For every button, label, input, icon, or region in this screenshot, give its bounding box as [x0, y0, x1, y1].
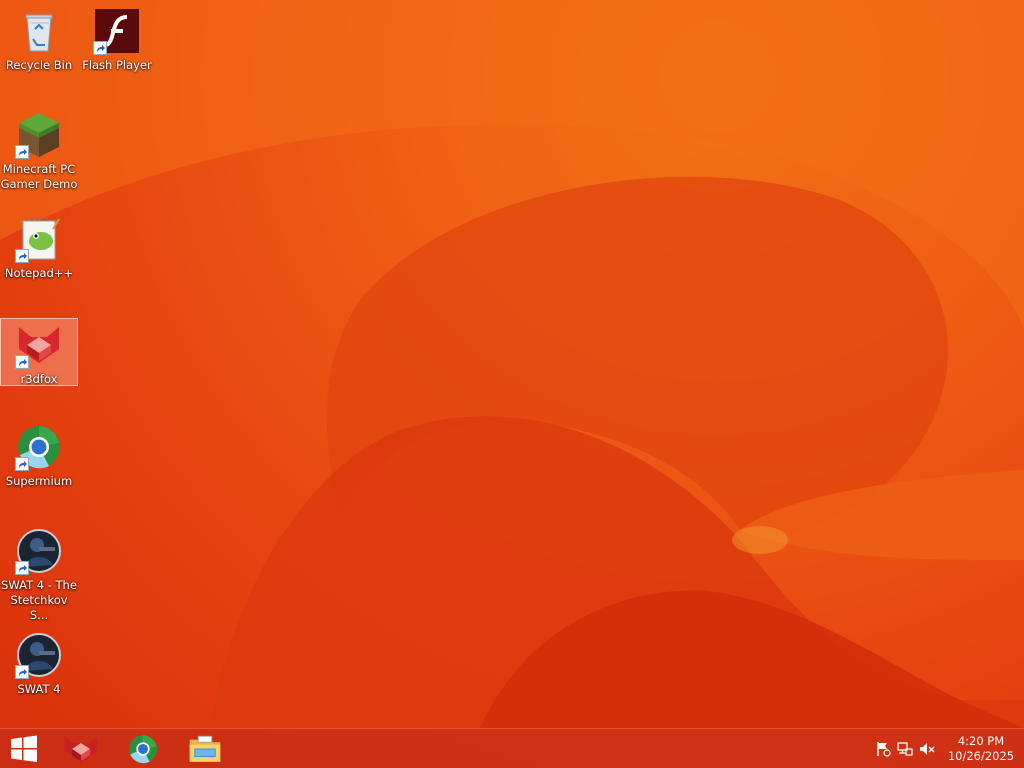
shortcut-arrow-icon [15, 145, 29, 159]
desktop-icon-flash-player[interactable]: Flash Player [78, 4, 156, 72]
file-explorer-icon [189, 735, 221, 762]
windows-logo-icon [11, 735, 37, 762]
desktop-icon-label: Flash Player [82, 58, 152, 72]
shortcut-arrow-icon [15, 457, 29, 471]
desktop-icon-notepad-plus-plus[interactable]: Notepad++ [0, 212, 78, 280]
desktop-icon-swat4[interactable]: SWAT 4 [0, 628, 78, 696]
tray-network[interactable] [894, 729, 916, 768]
desktop-icon-label: Supermium [5, 474, 73, 488]
taskbar: 4:20 PM 10/26/2025 [0, 728, 1024, 768]
desktop-icon-recycle-bin[interactable]: Recycle Bin [0, 4, 78, 72]
action-center-flag-icon [877, 742, 891, 757]
desktop-icon-label: Minecraft PC Gamer Demo [0, 162, 78, 191]
clock-time: 4:20 PM [957, 734, 1005, 748]
desktop-icon-r3dfox[interactable]: r3dfox [0, 318, 78, 386]
taskbar-clock[interactable]: 4:20 PM 10/26/2025 [938, 729, 1024, 768]
desktop-icon-label: SWAT 4 - The Stetchkov S... [1, 578, 77, 622]
flash-player-icon [93, 7, 141, 55]
shortcut-arrow-icon [15, 561, 29, 575]
swat4-icon [15, 527, 63, 575]
supermium-icon [129, 735, 157, 764]
desktop-icon-minecraft[interactable]: Minecraft PC Gamer Demo [0, 108, 78, 191]
r3dfox-icon [64, 737, 98, 763]
swat4-icon [15, 631, 63, 679]
clock-date: 10/26/2025 [947, 749, 1015, 763]
start-button[interactable] [0, 729, 48, 768]
shortcut-arrow-icon [93, 41, 107, 55]
shortcut-arrow-icon [15, 249, 29, 263]
minecraft-grass-block-icon [15, 111, 63, 159]
supermium-icon [15, 423, 63, 471]
shortcut-arrow-icon [15, 355, 29, 369]
network-icon [897, 742, 913, 756]
r3dfox-icon [15, 321, 63, 369]
tray-action-center[interactable] [872, 729, 894, 768]
desktop-icon-label: Recycle Bin [5, 58, 73, 72]
tray-volume[interactable] [916, 729, 938, 768]
taskbar-r3dfox-button[interactable] [52, 729, 110, 768]
taskbar-file-explorer-button[interactable] [176, 729, 234, 768]
desktop-icon-label: Notepad++ [4, 266, 74, 280]
recycle-bin-icon [15, 7, 63, 55]
desktop-icon-label: r3dfox [20, 372, 58, 386]
taskbar-supermium-button[interactable] [114, 729, 172, 768]
system-tray: 4:20 PM 10/26/2025 [872, 729, 1024, 768]
shortcut-arrow-icon [15, 665, 29, 679]
desktop-icon-label: SWAT 4 [17, 682, 61, 696]
desktop-icon-swat4-stetchkov[interactable]: SWAT 4 - The Stetchkov S... [0, 524, 78, 622]
volume-muted-icon [920, 743, 935, 755]
desktop-wallpaper [0, 0, 1024, 768]
notepad-plus-plus-icon [15, 215, 63, 263]
desktop-icon-supermium[interactable]: Supermium [0, 420, 78, 488]
